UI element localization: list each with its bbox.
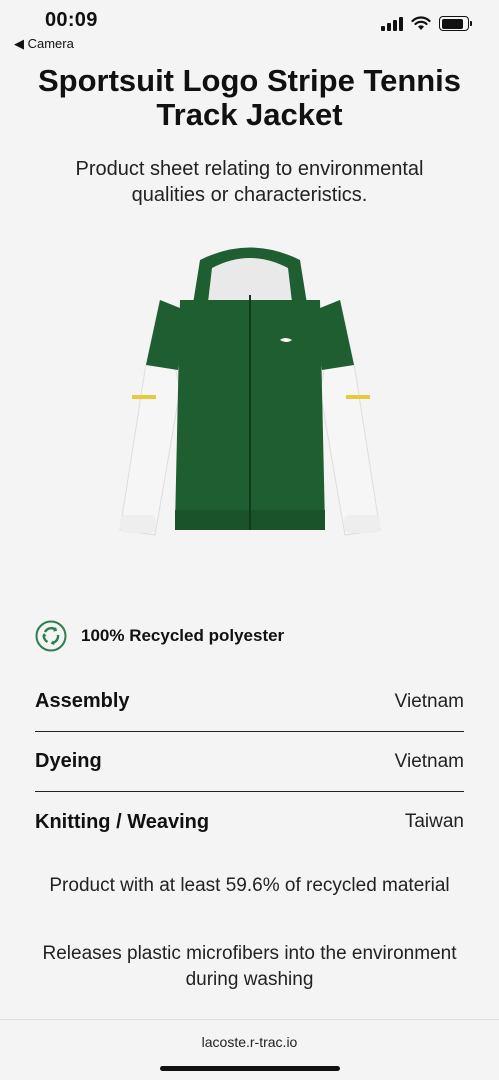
origin-row-assembly: Assembly Vietnam [35, 672, 464, 732]
product-title: Sportsuit Logo Stripe Tennis Track Jacke… [37, 63, 462, 132]
home-indicator[interactable] [160, 1066, 340, 1071]
material-label: 100% Recycled polyester [81, 626, 285, 645]
battery-icon [439, 16, 472, 31]
cellular-signal-icon [381, 16, 403, 31]
back-to-camera-link[interactable]: ◀ Camera [14, 36, 74, 52]
origin-country: Taiwan [404, 811, 464, 832]
status-time: 00:09 [45, 9, 98, 31]
status-icons [381, 16, 472, 31]
recycled-content-note: Product with at least 59.6% of recycled … [49, 875, 450, 896]
microfiber-note: Releases plastic microfibers into the en… [42, 943, 457, 990]
status-bar: 00:09 ◀ Camera [0, 0, 499, 56]
origin-table: Assembly Vietnam Dyeing Vietnam Knitting… [35, 672, 464, 852]
origin-country: Vietnam [394, 690, 464, 712]
origin-row-dyeing: Dyeing Vietnam [35, 732, 464, 792]
url-bar[interactable]: lacoste.r-trac.io [0, 1034, 499, 1050]
origin-row-knitting: Knitting / Weaving Taiwan [35, 792, 464, 852]
origin-step: Knitting / Weaving [35, 810, 210, 833]
material-row: 100% Recycled polyester [35, 620, 284, 652]
jacket-image [119, 247, 381, 536]
wifi-icon [411, 16, 431, 30]
product-subtitle: Product sheet relating to environmental … [75, 158, 424, 206]
browser-bottom-bar: lacoste.r-trac.io [0, 1019, 499, 1080]
origin-country: Vietnam [394, 750, 464, 772]
origin-step: Dyeing [35, 750, 102, 772]
origin-step: Assembly [35, 690, 130, 712]
recycle-icon [35, 620, 67, 652]
